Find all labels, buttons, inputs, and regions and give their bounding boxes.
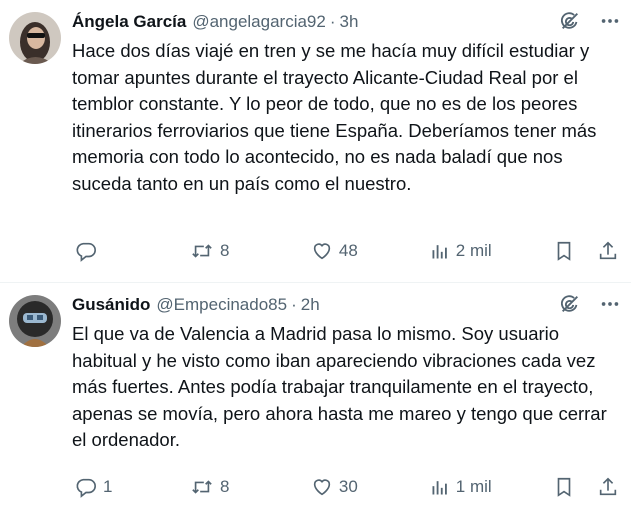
reply-count: 1	[103, 477, 113, 496]
bookmark-icon	[553, 476, 575, 498]
author-name[interactable]: Gusánido	[72, 295, 150, 315]
share-button[interactable]	[597, 476, 619, 498]
heart-icon	[311, 240, 333, 262]
avatar[interactable]	[9, 12, 61, 64]
retweet-count: 8	[220, 241, 230, 260]
grok-icon[interactable]	[559, 10, 581, 37]
like-button[interactable]: 30	[311, 476, 430, 498]
share-icon	[597, 240, 619, 262]
separator: ·	[291, 295, 297, 314]
tweet-header: Ángela García @angelagarcia92 · 3h	[72, 10, 619, 34]
reply-icon	[75, 476, 97, 498]
retweet-count: 8	[220, 477, 230, 496]
retweet-icon	[190, 476, 214, 498]
bookmark-button[interactable]	[553, 240, 575, 262]
views-count: 1 mil	[455, 477, 492, 496]
tweet-header: Gusánido @Empecinado85 · 2h	[72, 293, 619, 317]
timestamp[interactable]: 3h	[340, 12, 359, 32]
tweet[interactable]: Gusánido @Empecinado85 · 2h El que va de…	[0, 282, 631, 508]
tweet-actions: 1 8 30 1 mil	[75, 476, 619, 498]
tweet-header-icons	[559, 293, 621, 320]
reply-button[interactable]	[75, 240, 190, 262]
tweet-text: Hace dos días viajé en tren y se me hací…	[72, 40, 597, 194]
views-button[interactable]: 2 mil	[430, 240, 537, 262]
more-icon[interactable]	[599, 293, 621, 320]
share-button[interactable]	[597, 240, 619, 262]
reply-button[interactable]: 1	[75, 476, 190, 498]
author-handle[interactable]: @angelagarcia92	[192, 12, 326, 32]
grok-icon[interactable]	[559, 293, 581, 320]
retweet-button[interactable]: 8	[190, 476, 311, 498]
retweet-icon	[190, 240, 214, 262]
bookmark-icon	[553, 240, 575, 262]
like-count: 48	[338, 241, 358, 260]
like-count: 30	[338, 477, 358, 496]
retweet-button[interactable]: 8	[190, 240, 311, 262]
views-icon	[430, 476, 450, 498]
author-handle[interactable]: @Empecinado85	[156, 295, 287, 315]
heart-icon	[311, 476, 333, 498]
views-icon	[430, 240, 450, 262]
timestamp[interactable]: 2h	[301, 295, 320, 315]
bookmark-button[interactable]	[553, 476, 575, 498]
like-button[interactable]: 48	[311, 240, 430, 262]
tweet-text: El que va de Valencia a Madrid pasa lo m…	[72, 323, 607, 451]
tweet-header-icons	[559, 10, 621, 37]
more-icon[interactable]	[599, 10, 621, 37]
tweet-actions: 8 48 2 mil	[75, 240, 619, 262]
separator: ·	[329, 12, 336, 31]
author-name[interactable]: Ángela García	[72, 12, 186, 32]
reply-icon	[75, 240, 97, 262]
views-button[interactable]: 1 mil	[430, 476, 537, 498]
views-count: 2 mil	[455, 241, 492, 260]
avatar[interactable]	[9, 295, 61, 347]
share-icon	[597, 476, 619, 498]
